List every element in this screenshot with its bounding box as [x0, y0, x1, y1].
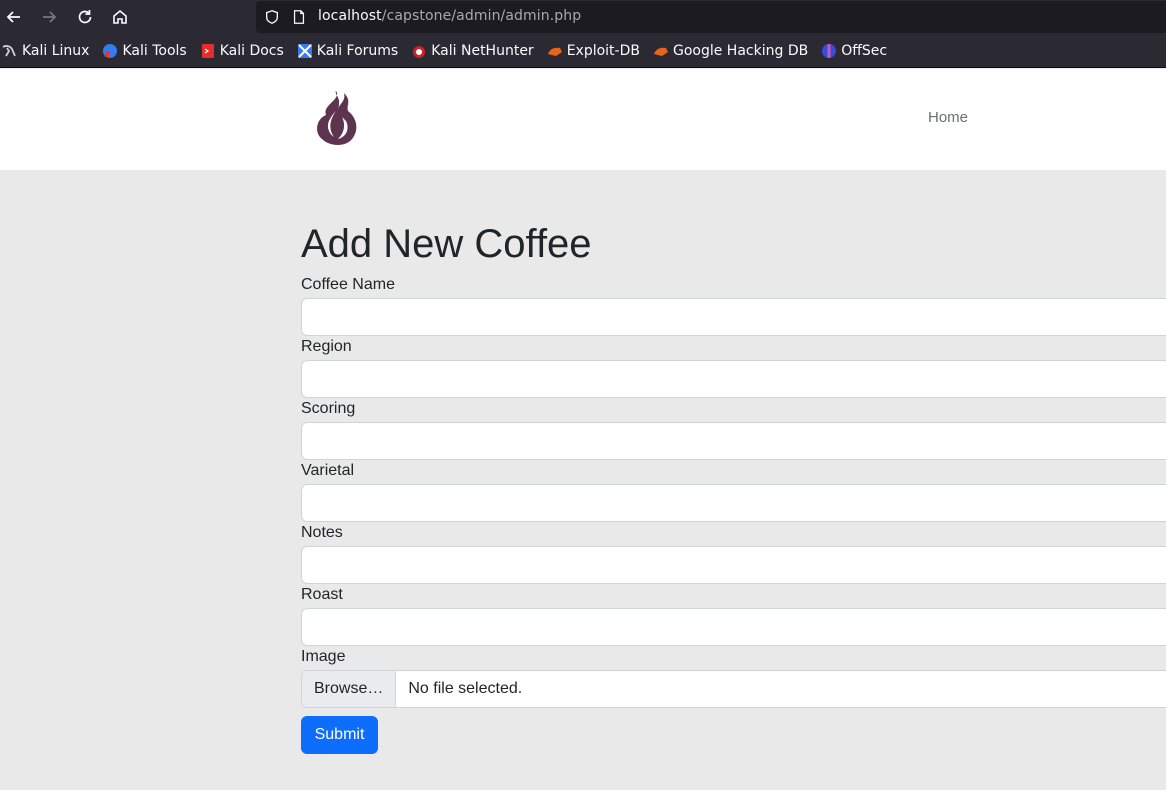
submit-button[interactable]: Submit	[301, 716, 378, 754]
home-button[interactable]	[107, 5, 133, 29]
bookmark-kali-linux[interactable]: Kali Linux	[2, 34, 89, 68]
home-icon	[113, 9, 127, 24]
roast-label: Roast	[301, 586, 343, 603]
bookmark-label: Kali Forums	[316, 42, 399, 59]
region-label: Region	[301, 338, 352, 355]
bookmark-label: Kali Linux	[22, 42, 90, 59]
forward-button[interactable]	[36, 5, 62, 29]
back-arrow-icon	[6, 11, 20, 23]
reload-icon	[78, 10, 92, 24]
roast-input[interactable]	[301, 608, 1166, 646]
kali-forums-icon	[297, 43, 312, 58]
bookmark-ghdb[interactable]: Google Hacking DB	[653, 34, 808, 68]
coffee-name-label: Coffee Name	[301, 276, 395, 293]
page-icon[interactable]	[290, 8, 308, 26]
url-host: localhost	[318, 8, 382, 24]
kali-dragon-icon	[2, 44, 16, 56]
offsec-icon	[822, 43, 837, 58]
bookmark-label: Kali Docs	[219, 42, 284, 59]
bookmark-label: Kali Tools	[122, 42, 187, 59]
scoring-label: Scoring	[301, 400, 356, 417]
bookmark-offsec[interactable]: OffSec	[821, 34, 887, 68]
nethunter-icon	[413, 45, 426, 58]
image-label: Image	[301, 648, 346, 665]
region-input[interactable]	[301, 360, 1166, 398]
url-bar[interactable]: localhost/capstone/admin/admin.php	[256, 1, 1166, 33]
varietal-label: Varietal	[301, 462, 355, 479]
kali-docs-icon	[201, 43, 214, 58]
nav-home-link[interactable]: Home	[928, 109, 968, 126]
shield-icon[interactable]	[263, 8, 281, 26]
notes-input[interactable]	[301, 546, 1166, 584]
bookmark-label: Google Hacking DB	[672, 42, 809, 59]
browse-button[interactable]: Browse…	[302, 671, 397, 707]
bookmark-kali-forums[interactable]: Kali Forums	[297, 34, 398, 68]
url-path: /capstone/admin/admin.php	[381, 8, 582, 24]
bookmark-kali-docs[interactable]: Kali Docs	[200, 34, 284, 68]
varietal-input[interactable]	[301, 484, 1166, 522]
scoring-input[interactable]	[301, 422, 1166, 460]
kali-tools-icon	[103, 43, 118, 58]
ghdb-icon	[653, 47, 668, 56]
main-content: Add New Coffee Coffee Name Region Scorin…	[301, 170, 1166, 790]
site-header: Home	[0, 69, 1166, 170]
flame-logo-icon[interactable]	[312, 89, 360, 147]
bookmark-label: Kali NetHunter	[431, 42, 534, 59]
coffee-name-input[interactable]	[301, 298, 1166, 336]
page-title: Add New Coffee	[301, 222, 592, 266]
browser-toolbar: localhost/capstone/admin/admin.php	[0, 0, 1166, 34]
bookmark-label: OffSec	[841, 42, 888, 59]
bookmark-kali-tools[interactable]: Kali Tools	[102, 34, 187, 68]
reload-button[interactable]	[72, 5, 98, 29]
exploit-db-icon	[547, 47, 562, 56]
forward-arrow-icon	[43, 11, 57, 23]
file-status-text: No file selected.	[408, 680, 523, 697]
notes-label: Notes	[301, 524, 343, 541]
url-text[interactable]: localhost/capstone/admin/admin.php	[318, 8, 581, 24]
bookmarks-bar: Kali Linux Kali Tools Kali Docs Kali For…	[0, 34, 1166, 68]
back-button[interactable]	[1, 5, 27, 29]
bookmark-exploit-db[interactable]: Exploit-DB	[547, 34, 640, 68]
bookmark-label: Exploit-DB	[566, 42, 640, 59]
bookmark-kali-nethunter[interactable]: Kali NetHunter	[411, 34, 534, 68]
image-file-input[interactable]: Browse… No file selected.	[301, 670, 1166, 708]
